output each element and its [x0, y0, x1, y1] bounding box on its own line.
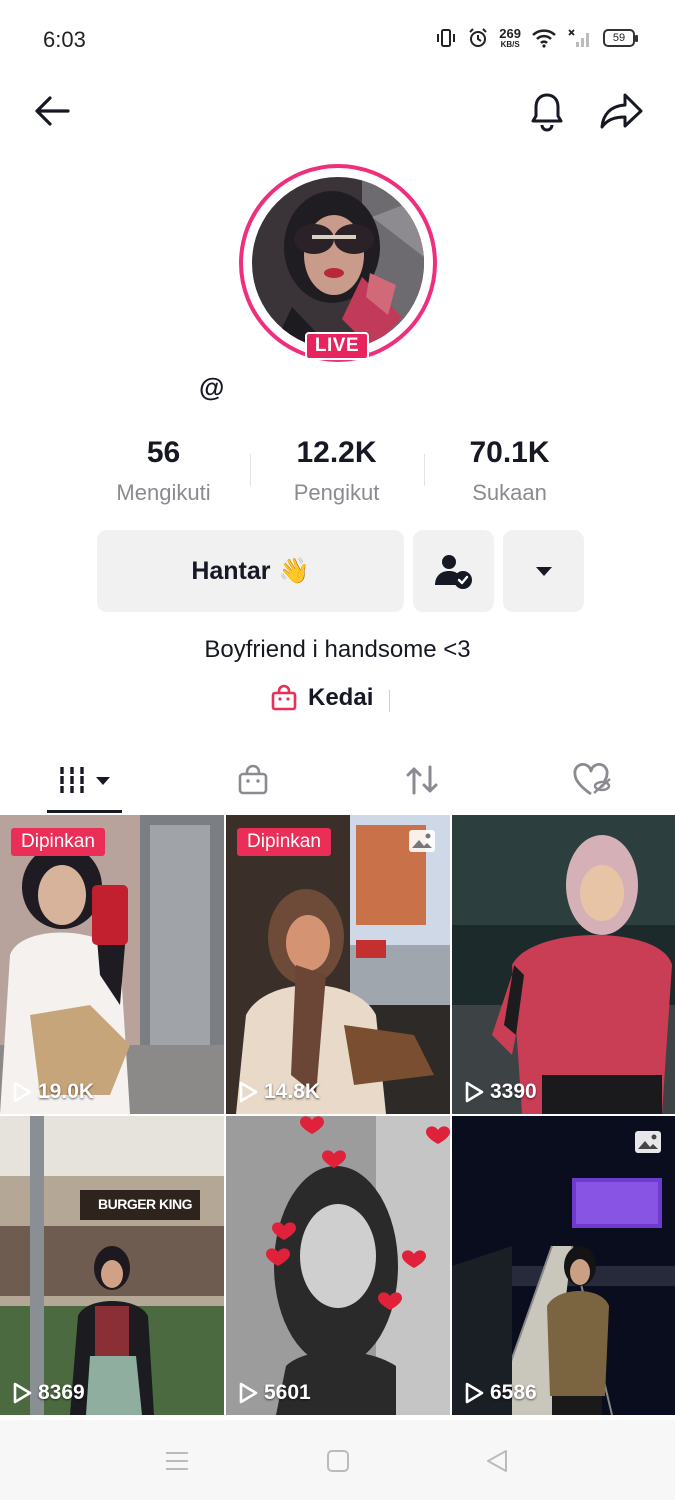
view-count-value: 14.8K — [264, 1080, 321, 1103]
avatar — [252, 177, 424, 349]
play-icon — [13, 1382, 32, 1404]
play-icon — [239, 1081, 258, 1103]
active-tab-indicator — [47, 810, 122, 813]
video-tile[interactable]: Dipinkan 19.0K — [0, 815, 224, 1114]
top-nav — [0, 80, 675, 142]
menu-icon — [166, 1452, 188, 1470]
photo-icon — [408, 829, 436, 858]
back-button[interactable] — [27, 86, 77, 136]
arrow-left-icon — [35, 96, 70, 126]
view-count: 3390 — [464, 1080, 537, 1104]
stat-label: Pengikut — [293, 480, 380, 505]
battery-icon: 59 — [603, 29, 638, 47]
notification-button[interactable] — [522, 86, 572, 136]
signal-icon — [567, 28, 593, 48]
shopping-bag-icon — [271, 684, 297, 711]
view-count: 5601 — [238, 1381, 311, 1405]
tab-videos[interactable] — [47, 746, 122, 814]
profile-bio: Boyfriend i handsome <3 — [204, 636, 471, 663]
triangle-back-icon — [487, 1450, 507, 1472]
photo-icon — [634, 1130, 662, 1159]
pinned-badge: Dipinkan — [237, 828, 331, 856]
divider — [424, 454, 425, 486]
message-label: Hantar — [191, 556, 271, 585]
view-count-value: 19.0K — [38, 1080, 95, 1103]
profile-tabs — [0, 746, 675, 814]
home-square-icon — [327, 1450, 349, 1472]
tab-repost[interactable] — [384, 746, 459, 814]
grid-icon — [57, 767, 110, 793]
username: @ — [199, 372, 225, 402]
video-tile[interactable]: BURGER KING 8369 — [0, 1116, 224, 1415]
share-arrow-icon — [600, 93, 643, 129]
play-icon — [465, 1081, 484, 1103]
view-count-value: 5601 — [264, 1381, 311, 1404]
wifi-icon — [531, 28, 557, 48]
tab-liked[interactable] — [554, 746, 629, 814]
user-check-icon — [434, 555, 472, 589]
stat-value: 12.2K — [296, 436, 377, 469]
view-count: 14.8K — [238, 1080, 320, 1104]
shop-link[interactable]: Kedai — [270, 684, 373, 712]
divider — [250, 454, 251, 486]
play-icon — [13, 1081, 32, 1103]
pinned-badge: Dipinkan — [11, 828, 105, 856]
following-button[interactable] — [413, 530, 494, 612]
play-icon — [239, 1382, 258, 1404]
view-count-value: 3390 — [490, 1080, 537, 1103]
video-tile[interactable]: 5601 — [226, 1116, 450, 1415]
stat-label: Mengikuti — [116, 480, 211, 505]
alarm-icon — [467, 27, 489, 49]
stat-value: 56 — [146, 436, 181, 469]
repost-icon — [406, 765, 437, 795]
caret-down-icon — [535, 567, 552, 576]
share-button[interactable] — [597, 86, 647, 136]
bell-icon — [531, 93, 563, 132]
vibrate-icon — [435, 27, 457, 49]
suggested-accounts-button[interactable] — [503, 530, 584, 612]
system-back-button[interactable] — [482, 1446, 512, 1476]
system-nav-bar — [0, 1420, 675, 1500]
heart-lock-icon — [573, 762, 611, 796]
status-time: 6:03 — [43, 27, 86, 52]
wave-emoji: 👋 — [278, 556, 310, 585]
play-icon — [465, 1382, 484, 1404]
view-count-value: 6586 — [490, 1381, 537, 1404]
view-count-value: 8369 — [38, 1381, 85, 1404]
divider — [389, 690, 390, 712]
stat-likes[interactable]: 70.1K Sukaan — [423, 432, 596, 512]
tab-shop[interactable] — [215, 746, 290, 814]
profile-stats: 56 Mengikuti 12.2K Pengikut 70.1K Sukaan — [77, 432, 597, 512]
view-count: 6586 — [464, 1381, 537, 1405]
stat-value: 70.1K — [469, 436, 550, 469]
video-tile[interactable]: Dipinkan 14.8K — [226, 815, 450, 1114]
home-button[interactable] — [323, 1446, 353, 1476]
stat-following[interactable]: 56 Mengikuti — [77, 432, 250, 512]
live-badge: LIVE — [305, 332, 369, 360]
stat-label: Sukaan — [472, 480, 547, 505]
shopping-bag-icon — [238, 764, 267, 795]
net-speed-unit: KB/S — [500, 40, 520, 49]
stat-followers[interactable]: 12.2K Pengikut — [250, 432, 423, 512]
video-tile[interactable]: 3390 — [452, 815, 675, 1114]
net-speed: 269 KB/S — [499, 27, 521, 49]
net-speed-value: 269 — [499, 26, 521, 41]
status-icons: 269 KB/S 59 — [435, 27, 638, 49]
burger-king-sign: BURGER KING — [98, 1196, 193, 1212]
message-button[interactable]: Hantar 👋 — [97, 530, 404, 612]
video-tile[interactable]: 6586 — [452, 1116, 675, 1415]
profile-avatar[interactable]: LIVE — [239, 164, 437, 362]
view-count: 19.0K — [12, 1080, 94, 1104]
view-count: 8369 — [12, 1381, 85, 1405]
status-bar: 6:03 269 KB/S 59 — [0, 0, 675, 80]
recents-button[interactable] — [162, 1446, 192, 1476]
shop-label: Kedai — [308, 684, 374, 711]
